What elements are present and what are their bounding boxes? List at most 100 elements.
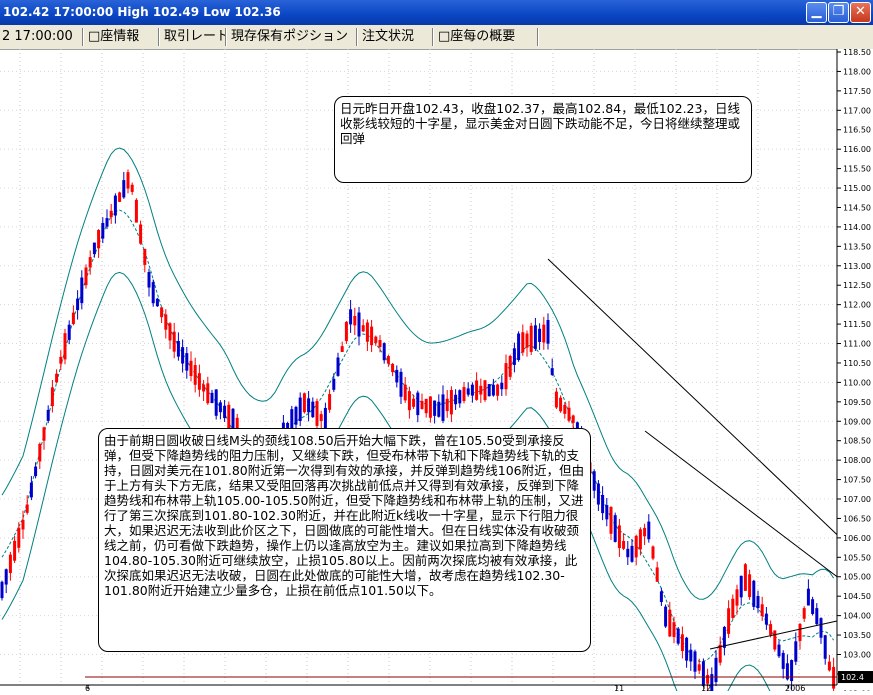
candle-body: [336, 357, 340, 376]
price-tick-label: 106.00: [843, 534, 871, 543]
candle-body: [298, 397, 302, 422]
price-tick-label: 112.00: [843, 301, 871, 310]
candle-body: [134, 199, 138, 223]
candle-body: [113, 195, 117, 216]
candle-body: [512, 348, 516, 365]
candle-body: [50, 387, 54, 407]
candle-body: [605, 505, 609, 520]
candle-body: [21, 519, 25, 530]
candle-body: [458, 390, 462, 404]
candle-body: [378, 340, 382, 348]
toolbar-account-info[interactable]: □座情報: [88, 28, 139, 46]
candle-body: [668, 609, 672, 637]
candle-body: [533, 325, 537, 349]
candle-body: [462, 387, 466, 402]
minimize-button[interactable]: ▁: [806, 2, 827, 23]
price-tick-label: 108.00: [843, 456, 871, 465]
time-tick-label: 2006: [785, 684, 805, 691]
candle-body: [651, 546, 655, 559]
candle-body: [8, 554, 12, 574]
candle-body: [479, 385, 483, 395]
candle-body: [181, 347, 185, 364]
price-tick-label: 109.50: [843, 398, 871, 407]
candle-body: [80, 277, 84, 304]
candle-body: [4, 569, 8, 585]
toolbar-account-summary[interactable]: □座每の概要: [438, 28, 515, 46]
candle-body: [680, 634, 684, 652]
candle-body: [613, 515, 617, 542]
candle-body: [567, 407, 571, 421]
price-tick-label: 115.50: [843, 165, 871, 174]
candle-body: [664, 606, 668, 627]
candle-body: [29, 482, 33, 498]
price-tick-label: 113.50: [843, 242, 871, 251]
candle-body: [71, 312, 75, 325]
candle-body: [622, 540, 626, 549]
candle-body: [769, 624, 773, 635]
candle-body: [185, 353, 189, 371]
toolbar-trade-rates[interactable]: 取引レート: [164, 28, 229, 46]
candle-body: [403, 384, 407, 401]
price-tick-label: 112.50: [843, 281, 871, 290]
candle-body: [689, 649, 693, 662]
candle-body: [139, 224, 143, 244]
candle-body: [794, 641, 798, 662]
candle-body: [151, 282, 155, 304]
close-button[interactable]: ✕: [850, 2, 871, 23]
candle-body: [88, 257, 92, 268]
candle-body: [412, 398, 416, 407]
price-tick-label: 116.00: [843, 145, 871, 154]
candle-body: [815, 608, 819, 625]
candle-body: [55, 373, 59, 383]
toolbar-separator: [82, 28, 84, 46]
candle-body: [361, 325, 365, 332]
candle-body: [122, 180, 126, 198]
candle-body: [307, 398, 311, 413]
candle-body: [97, 229, 101, 249]
candle-body: [777, 644, 781, 657]
candle-body: [722, 626, 726, 648]
candle-body: [76, 298, 80, 311]
close-icon: ✕: [855, 4, 866, 19]
candle-body: [164, 314, 168, 330]
candle-body: [550, 368, 554, 375]
candle-body: [806, 588, 810, 606]
candle-body: [781, 652, 785, 669]
candle-body: [701, 661, 705, 686]
toolbar-order-status[interactable]: 注文状況: [362, 28, 414, 46]
candle-body: [223, 405, 227, 419]
toolbar-open-positions[interactable]: 現存保有ポジション: [231, 28, 348, 46]
candle-body: [294, 406, 298, 425]
candle-body: [693, 651, 697, 672]
time-tick-label: 11: [614, 684, 624, 691]
candle-body: [655, 567, 659, 582]
toolbar-separator: [356, 28, 358, 46]
candle-body: [542, 324, 546, 343]
candle-body: [92, 242, 96, 255]
candle-body: [63, 333, 67, 360]
candle-body: [538, 328, 542, 342]
candle-body: [601, 494, 605, 514]
candle-body: [563, 404, 567, 414]
candle-body: [743, 564, 747, 591]
candle-body: [370, 326, 374, 346]
candle-body: [374, 336, 378, 343]
candle-body: [630, 545, 634, 562]
analysis-note-summary: 日元昨日开盘102.43，收盘102.37，最高102.84，最低102.23，…: [334, 96, 752, 183]
candle-body: [811, 599, 815, 614]
time-tick-label: 12: [701, 684, 711, 691]
candle-body: [554, 391, 558, 408]
candle-body: [517, 333, 521, 361]
candle-body: [344, 321, 348, 341]
candle-body: [491, 384, 495, 396]
candle-body: [827, 661, 831, 671]
candle-body: [659, 591, 663, 603]
candle-body: [454, 394, 458, 405]
candle-body: [496, 384, 500, 396]
candle-body: [428, 396, 432, 418]
current-price-label: 102.4: [841, 673, 864, 682]
restore-button[interactable]: ❐: [828, 2, 849, 23]
price-tick-label: 109.00: [843, 417, 871, 426]
candle-body: [433, 400, 437, 416]
trend-lines: [547, 258, 873, 650]
